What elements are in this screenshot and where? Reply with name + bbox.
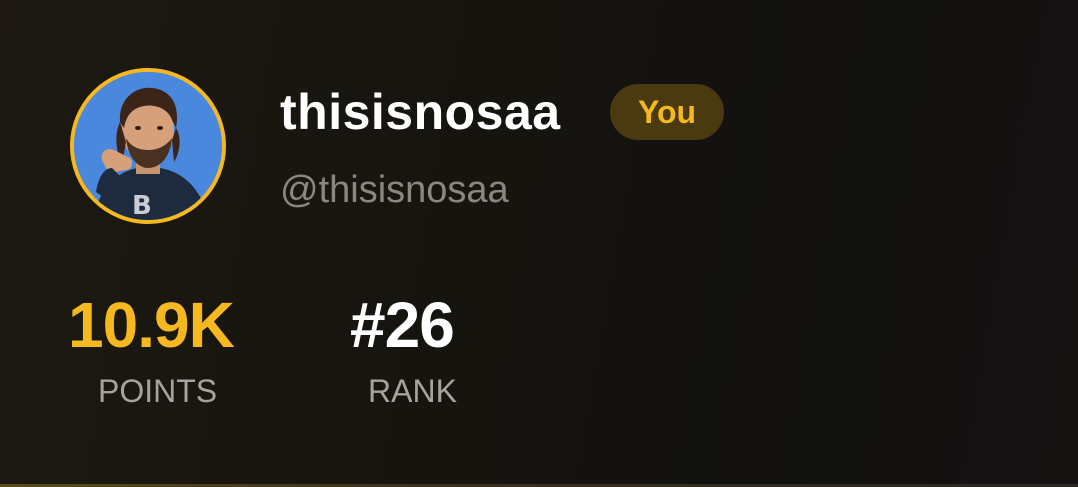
points-value: 10.9K	[68, 289, 235, 361]
rank-label: RANK	[368, 373, 457, 409]
profile-card: B thisisnosaa You @thisisnosaa 10.9K POI…	[0, 0, 1078, 487]
svg-text:B: B	[132, 191, 152, 220]
username: thisisnosaa	[280, 84, 561, 140]
you-badge: You	[610, 84, 724, 140]
points-label: POINTS	[98, 373, 218, 409]
rank-value: #26	[350, 289, 455, 361]
user-handle: @thisisnosaa	[280, 169, 509, 211]
user-avatar-icon: B	[74, 72, 222, 220]
avatar[interactable]: B	[70, 68, 226, 224]
